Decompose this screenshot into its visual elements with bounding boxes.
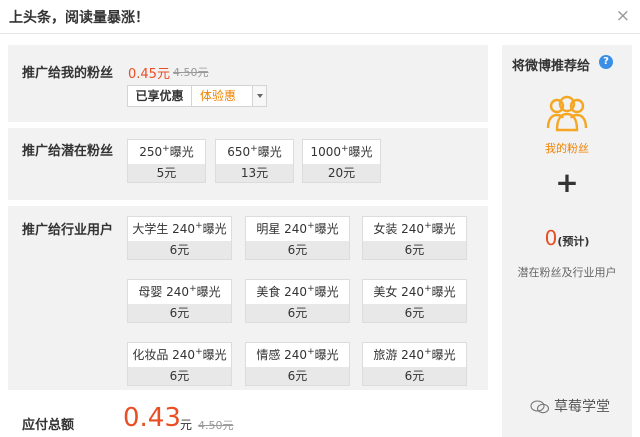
option-label: 250+曝光 [139,144,194,160]
potential-option-card[interactable]: 650+曝光 13元 [215,139,294,183]
industry-option-card[interactable]: 女装 240+曝光 6元 [362,216,467,260]
plus-icon: + [555,166,579,199]
my-fans-original-price: 4.50元 [173,66,209,79]
section-potential-fans: 推广给潜在粉丝 250+曝光 5元 650+曝光 13元 1000+曝光 20元 [8,128,488,200]
option-label: 美食 240+曝光 [256,284,339,300]
industry-option-card[interactable]: 美食 240+曝光 6元 [245,279,350,323]
industry-option-card[interactable]: 美女 240+曝光 6元 [362,279,467,323]
option-price: 6元 [363,241,466,259]
industry-option-card[interactable]: 明星 240+曝光 6元 [245,216,350,260]
potential-option-card[interactable]: 250+曝光 5元 [127,139,206,183]
my-fans-label: 我的粉丝 [545,142,589,155]
option-label: 情感 240+曝光 [256,347,339,363]
section-title-potential-fans: 推广给潜在粉丝 [22,144,114,159]
users-icon [546,95,588,132]
potential-users-label: 潜在粉丝及行业用户 [517,266,617,279]
option-price: 13元 [216,164,293,182]
option-label: 女装 240+曝光 [373,221,456,237]
option-price: 6元 [363,304,466,322]
option-price: 5元 [128,164,205,182]
option-label: 明星 240+曝光 [256,221,339,237]
recommend-panel: 将微博推荐给 ? 我的粉丝 + 0(预计) 潜在粉丝及行业用户 [502,45,632,437]
discount-applied-button[interactable]: 已享优惠 [128,86,192,106]
section-my-fans: 推广给我的粉丝 0.45元 4.50元 已享优惠 体验惠 [8,45,488,122]
discount-dropdown[interactable]: 已享优惠 体验惠 [127,85,267,107]
option-label: 大学生 240+曝光 [132,221,227,237]
option-label: 650+曝光 [227,144,282,160]
chevron-down-icon[interactable] [252,86,266,106]
option-price: 6元 [128,367,231,385]
option-label: 母婴 240+曝光 [138,284,221,300]
my-fans-price: 0.45元 [128,67,170,82]
option-price: 6元 [363,367,466,385]
industry-option-card[interactable]: 情感 240+曝光 6元 [245,342,350,386]
wechat-icon [530,400,550,414]
option-price: 6元 [246,304,349,322]
watermark-text: 草莓学堂 [554,399,610,415]
section-industry: 推广给行业用户 大学生 240+曝光 6元 明星 240+曝光 6元 女装 24… [8,206,488,390]
option-label: 旅游 240+曝光 [373,347,456,363]
estimate-suffix: (预计) [557,235,590,248]
dialog-title: 上头条，阅读量暴涨！ [9,10,149,26]
dialog-header: 上头条，阅读量暴涨！ × [0,0,640,34]
industry-option-card[interactable]: 母婴 240+曝光 6元 [127,279,232,323]
discount-type-label: 体验惠 [200,89,237,103]
estimate-count: 0(预计) [502,226,632,250]
option-price: 6元 [128,241,231,259]
potential-option-card[interactable]: 1000+曝光 20元 [302,139,381,183]
question-circle-icon[interactable]: ? [599,55,613,69]
option-label: 1000+曝光 [310,144,373,160]
total-label: 应付总额 [22,418,75,433]
estimate-value: 0 [544,226,558,250]
watermark: 草莓学堂 [530,396,610,416]
section-title-industry: 推广给行业用户 [22,223,114,238]
total-original-price: 4.50元 [198,419,234,432]
option-label: 美女 240+曝光 [373,284,456,300]
industry-option-card[interactable]: 化妆品 240+曝光 6元 [127,342,232,386]
option-label: 化妆品 240+曝光 [132,347,227,363]
section-title-my-fans: 推广给我的粉丝 [22,66,114,81]
total-amount: 0.43 [123,403,181,433]
total-unit: 元 [180,418,193,432]
industry-option-card[interactable]: 大学生 240+曝光 6元 [127,216,232,260]
option-price: 6元 [246,367,349,385]
close-icon[interactable]: × [616,6,630,26]
option-price: 20元 [303,164,380,182]
industry-option-card[interactable]: 旅游 240+曝光 6元 [362,342,467,386]
option-price: 6元 [128,304,231,322]
recommend-title: 将微博推荐给 [512,59,591,74]
option-price: 6元 [246,241,349,259]
